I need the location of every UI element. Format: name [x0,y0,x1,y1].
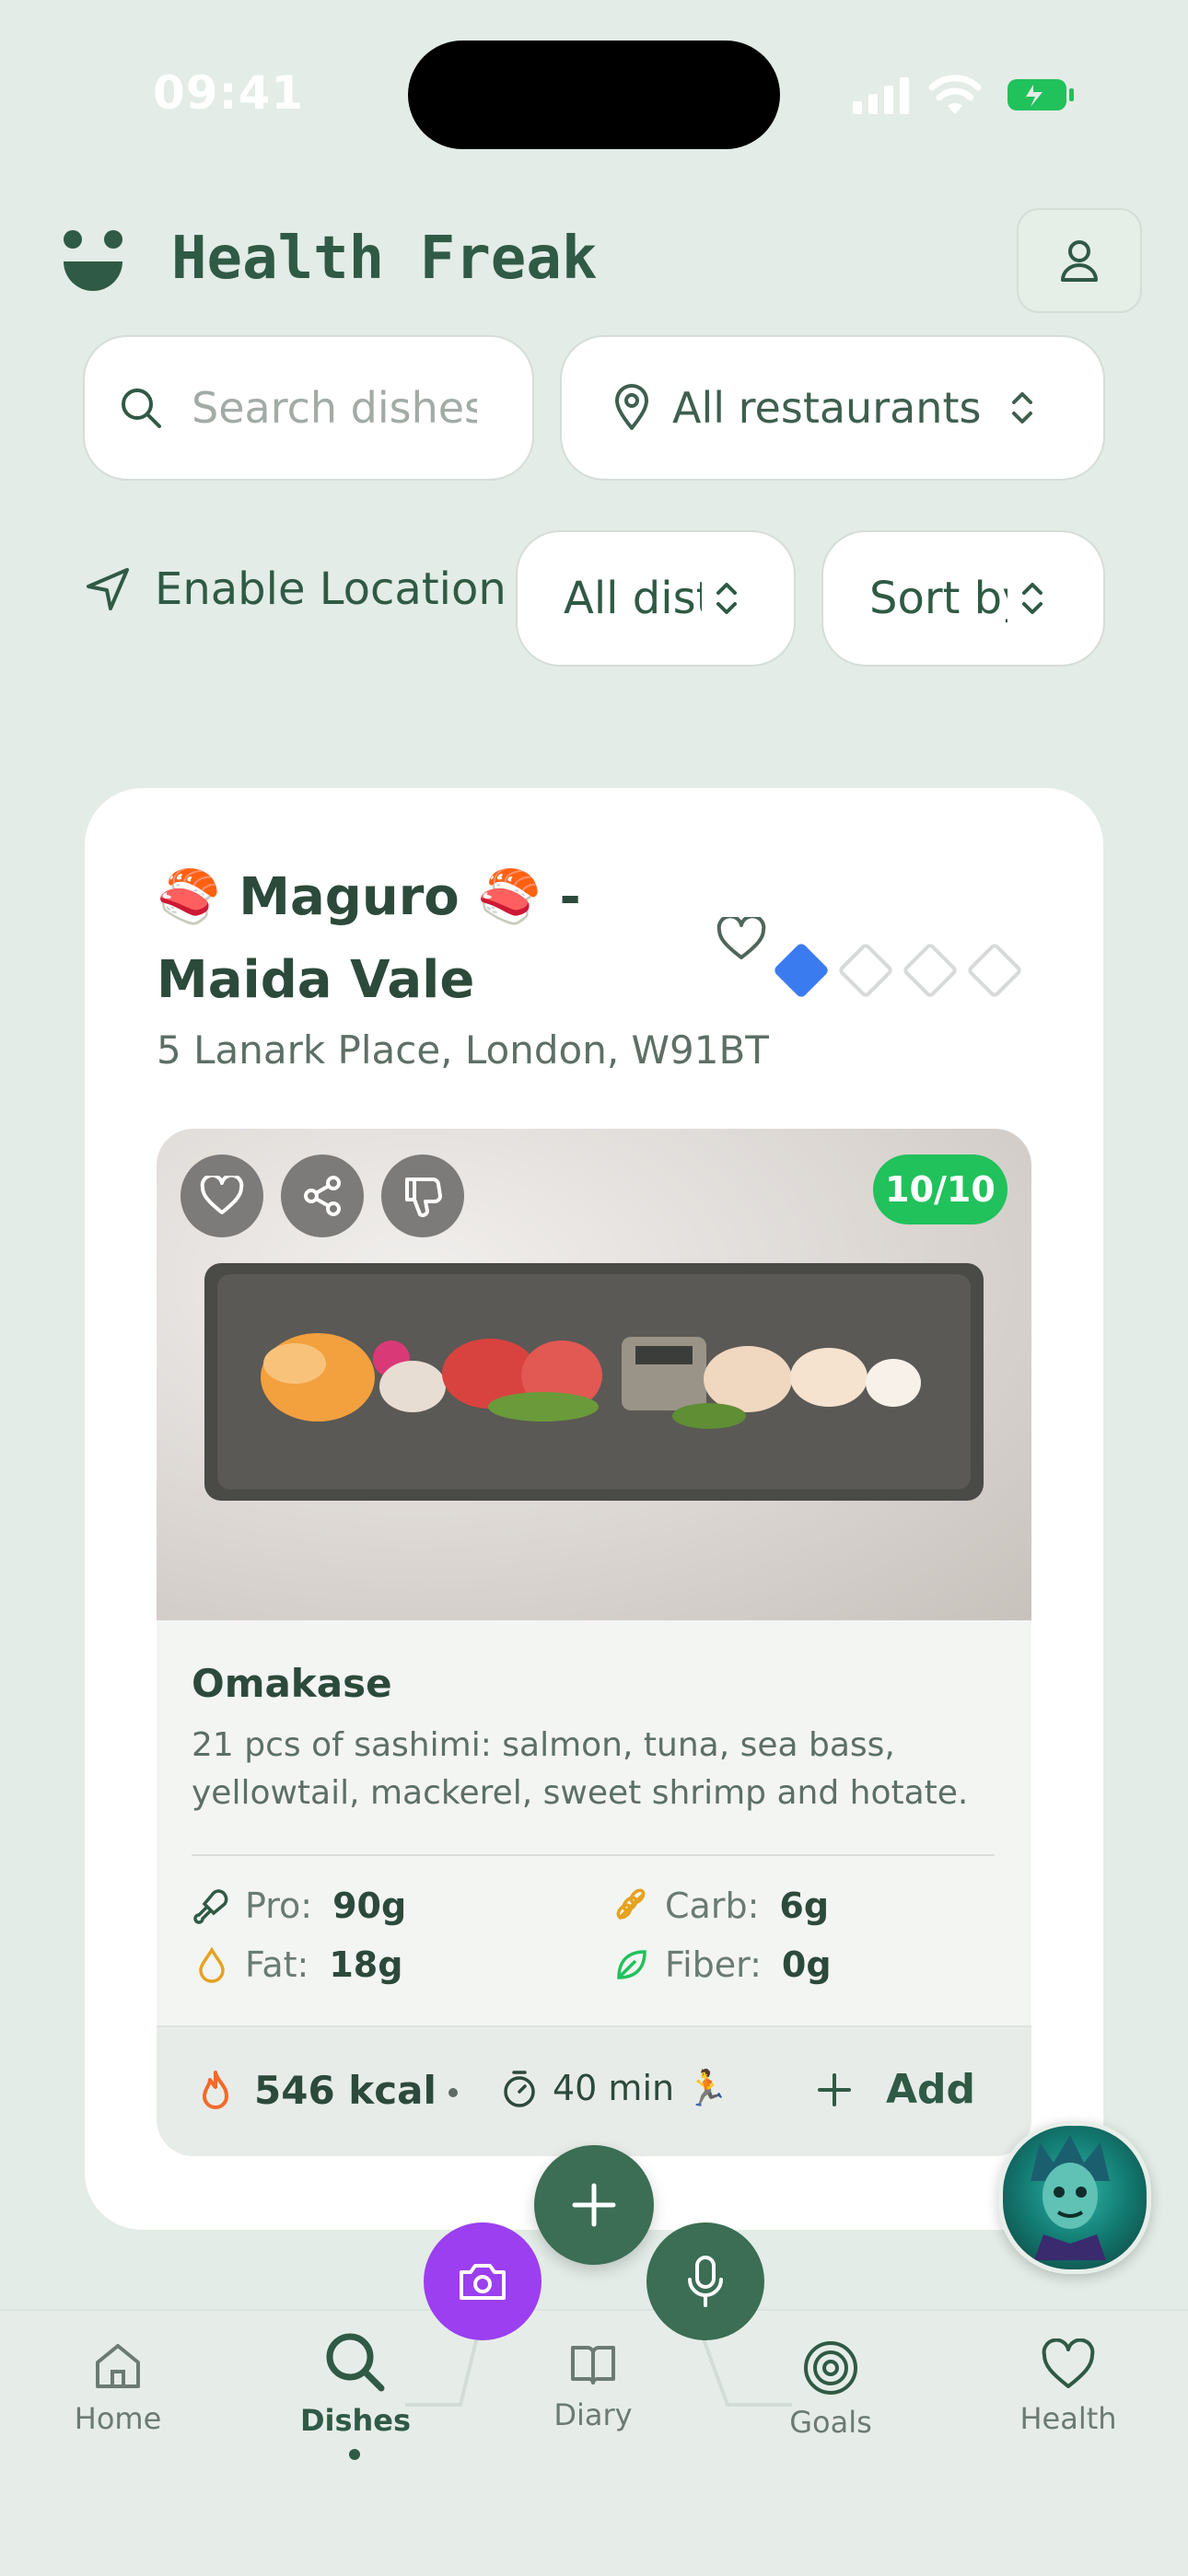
camera-button[interactable] [424,2222,542,2340]
nav-diary[interactable]: Diary [510,2338,676,2432]
navigation-arrow-icon [87,568,129,610]
enable-location-label: Enable Location [155,563,507,615]
heart-icon [200,1176,244,1214]
calories: 546 kcal [197,2068,437,2113]
plus-icon [818,2072,851,2106]
rating-diamond-empty [965,941,1024,1000]
home-icon [96,2344,140,2388]
cellular-signal-icon [853,77,912,114]
nav-active-indicator [349,2449,360,2460]
drumstick-icon [193,1889,228,1924]
nav-home-label: Home [74,2401,162,2436]
macro-protein-label: Pro: [245,1886,313,1926]
book-icon [571,2346,615,2385]
macro-fat-label: Fat: [245,1944,309,1985]
add-entry-button[interactable] [534,2145,654,2265]
search-icon [122,389,161,428]
app-title: Health Freak [171,225,598,293]
user-icon [1061,240,1098,282]
flame-icon [203,2070,228,2109]
assistant-avatar[interactable] [998,2121,1151,2274]
wifi-icon [928,74,982,116]
rating-diamond-empty [901,941,960,1000]
rating-diamond-empty [836,941,895,1000]
restaurant-select[interactable]: All restaurants [560,335,1105,481]
nav-dishes-label: Dishes [299,2403,412,2438]
macro-protein-value: 90g [332,1886,407,1926]
droplet-icon [199,1946,225,1983]
macro-fiber-value: 0g [781,1944,832,1985]
macro-carb-value: 6g [779,1886,830,1926]
share-icon [304,1176,341,1216]
rating-diamond-filled [772,941,831,1000]
nav-health[interactable]: Health [985,2338,1151,2436]
rating-diamonds [772,941,1024,1000]
search-icon [326,2333,385,2392]
thumbs-down-icon [405,1178,442,1217]
app-logo-icon [61,226,125,298]
dish-title: Omakase [192,1661,392,1706]
plus-icon [572,2183,616,2227]
macro-fiber: Fiber: 0g [611,1944,832,1985]
microphone-icon [688,2256,723,2307]
nav-health-label: Health [1019,2401,1117,2436]
profile-button[interactable] [1017,208,1142,313]
map-pin-icon [615,384,648,430]
search-field[interactable] [83,335,534,481]
dislike-button[interactable] [381,1155,464,1237]
sort-select[interactable]: Sort by [821,530,1105,667]
battery-icon [1006,77,1076,112]
macro-protein: Pro: 90g [192,1886,406,1926]
share-button[interactable] [281,1155,364,1237]
like-button[interactable] [181,1155,263,1237]
chevron-updown-icon [1012,392,1033,424]
target-icon [804,2341,857,2395]
score-badge: 10/10 [873,1155,1007,1224]
chevron-updown-icon [1022,583,1042,614]
distance-select-label: All distances [564,573,702,624]
chevron-updown-icon [716,583,737,614]
duration: 40 min 🏃 [501,2068,728,2109]
calories-value: 546 kcal [254,2068,437,2113]
search-input[interactable] [190,382,479,434]
add-dish-label: Add [886,2066,976,2113]
camera-icon [460,2264,506,2300]
nav-dishes[interactable]: Dishes [273,2329,438,2438]
voice-button[interactable] [646,2222,764,2340]
leaf-icon [617,1950,646,1979]
wheat-icon [616,1888,646,1920]
assistant-character-icon [1031,2135,1110,2260]
macro-fat-value: 18g [329,1944,403,1985]
dish-description: 21 pcs of sashimi: salmon, tuna, sea bas… [192,1726,969,1812]
macro-fat: Fat: 18g [192,1944,402,1985]
macro-fiber-label: Fiber: [665,1944,762,1985]
sort-select-label: Sort by [869,573,1007,624]
favorite-restaurant-icon[interactable] [716,917,766,961]
dynamic-island [408,41,780,149]
stopwatch-icon [504,2070,535,2107]
divider [192,1854,995,1856]
status-time: 09:41 [153,66,305,120]
nav-goals-label: Goals [789,2405,872,2440]
heart-icon [1042,2338,1095,2388]
restaurant-select-label: All restaurants [672,383,982,433]
separator-dot [448,2088,458,2097]
duration-value: 40 min 🏃 [553,2068,729,2108]
restaurant-name[interactable]: 🍣 Maguro 🍣 - Maida Vale [157,856,645,1022]
enable-location-button[interactable]: Enable Location [83,563,507,615]
nav-goals[interactable]: Goals [748,2338,914,2440]
restaurant-address: 5 Lanark Place, London, W91BT [157,1027,769,1073]
nav-diary-label: Diary [553,2397,633,2432]
distance-select[interactable]: All distances [516,530,796,667]
add-dish-button[interactable]: Add [816,2066,975,2113]
macro-carb-label: Carb: [665,1886,760,1926]
macro-carb: Carb: 6g [611,1886,829,1926]
nav-home[interactable]: Home [35,2338,201,2436]
